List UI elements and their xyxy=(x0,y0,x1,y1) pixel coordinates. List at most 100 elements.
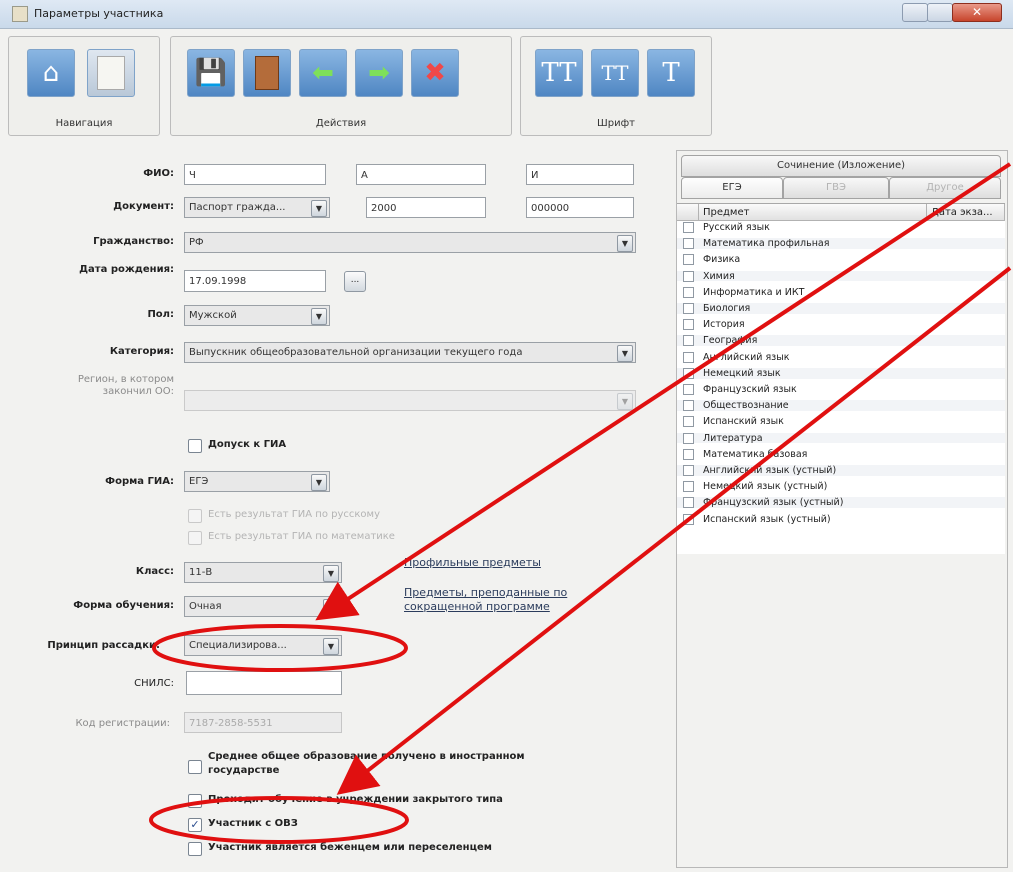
subject-checkbox[interactable] xyxy=(683,432,694,444)
subject-checkbox[interactable] xyxy=(683,238,694,250)
snils-field[interactable] xyxy=(186,671,342,695)
subject-checkbox[interactable] xyxy=(683,513,694,525)
document-button[interactable] xyxy=(87,49,135,97)
subject-row[interactable]: Химия xyxy=(677,270,1005,282)
subject-checkbox[interactable] xyxy=(683,384,694,395)
back-button[interactable]: ⬅ xyxy=(299,49,347,97)
subject-row[interactable]: Литература xyxy=(677,432,1005,444)
gia-russian-result-checkbox xyxy=(188,509,202,523)
subject-row[interactable]: Немецкий язык (устный) xyxy=(677,481,1005,493)
refugee-checkbox[interactable] xyxy=(188,842,202,856)
citizenship-select[interactable]: РФ ▼ xyxy=(184,232,636,253)
tab-essay[interactable]: Сочинение (Изложение) xyxy=(681,155,1001,177)
closed-institution-checkbox[interactable] xyxy=(188,794,202,808)
save-button[interactable]: 💾 xyxy=(187,49,235,97)
ovz-checkbox[interactable]: ✓ xyxy=(188,818,202,832)
birthdate-field[interactable]: 17.09.1998 xyxy=(184,270,326,292)
first-name-field[interactable]: А xyxy=(356,164,486,185)
font-default-button[interactable]: T xyxy=(647,49,695,97)
subject-checkbox[interactable] xyxy=(683,319,694,331)
subject-row[interactable]: Французский язык (устный) xyxy=(677,497,1005,509)
seating-principle-select[interactable]: Специализирова... ▼ xyxy=(184,635,342,656)
exit-door-icon xyxy=(255,56,279,90)
gia-form-select[interactable]: ЕГЭ ▼ xyxy=(184,471,330,492)
column-header-date[interactable]: Дата экза... xyxy=(927,204,1005,221)
document-type-select[interactable]: Паспорт гражда... ▼ xyxy=(184,197,330,218)
toolbar-group-label: Навигация xyxy=(55,118,113,129)
subject-checkbox[interactable] xyxy=(683,303,694,314)
subject-checkbox[interactable] xyxy=(683,351,694,363)
chevron-down-icon: ▼ xyxy=(323,565,339,582)
sex-select[interactable]: Мужской ▼ xyxy=(184,305,330,326)
foreign-education-checkbox[interactable] xyxy=(188,760,202,774)
subject-name: Испанский язык xyxy=(703,416,784,428)
arrow-right-icon: ➡ xyxy=(368,58,390,88)
subject-name: Математика базовая xyxy=(703,448,808,460)
subject-checkbox[interactable] xyxy=(683,222,694,233)
subject-checkbox[interactable] xyxy=(683,448,694,460)
category-value: Выпускник общеобразовательной организаци… xyxy=(189,347,523,358)
sex-value: Мужской xyxy=(189,310,237,321)
font-increase-button[interactable]: TT xyxy=(591,49,639,97)
subject-checkbox[interactable] xyxy=(683,335,694,347)
class-select[interactable]: 11-В ▼ xyxy=(184,562,342,583)
subject-row[interactable]: География xyxy=(677,335,1005,347)
subject-row[interactable]: История xyxy=(677,319,1005,331)
chevron-down-icon: ▼ xyxy=(311,200,327,217)
subject-checkbox[interactable] xyxy=(683,254,694,266)
subject-row[interactable]: Информатика и ИКТ xyxy=(677,286,1005,298)
study-form-select[interactable]: Очная ▼ xyxy=(184,596,342,617)
tab-other[interactable]: Другое xyxy=(889,177,1001,199)
subject-row[interactable]: Русский язык xyxy=(677,222,1005,233)
subject-row[interactable]: Английский язык (устный) xyxy=(677,465,1005,476)
subject-checkbox[interactable] xyxy=(683,481,694,493)
minimize-button[interactable] xyxy=(902,3,928,22)
document-series-field[interactable]: 2000 xyxy=(366,197,486,218)
gia-admission-checkbox[interactable] xyxy=(188,439,202,453)
subject-row[interactable]: Математика профильная xyxy=(677,238,1005,250)
sex-label: Пол: xyxy=(147,309,174,320)
document-icon xyxy=(97,56,125,90)
subject-row[interactable]: Обществознание xyxy=(677,400,1005,412)
subject-row[interactable]: Физика xyxy=(677,254,1005,266)
home-button[interactable]: ⌂ xyxy=(27,49,75,97)
toolbar-group-navigation: ⌂ Навигация xyxy=(8,36,160,136)
subject-checkbox[interactable] xyxy=(683,497,694,509)
toolbar-group-font: TT TT T Шрифт xyxy=(520,36,712,136)
font-decrease-button[interactable]: TT xyxy=(535,49,583,97)
subject-checkbox[interactable] xyxy=(683,465,694,476)
subject-row[interactable]: Испанский язык xyxy=(677,416,1005,428)
subject-row[interactable]: Математика базовая xyxy=(677,448,1005,460)
date-picker-button[interactable]: ... xyxy=(344,271,366,292)
subject-row[interactable]: Испанский язык (устный) xyxy=(677,513,1005,525)
subject-checkbox[interactable] xyxy=(683,367,694,379)
exams-panel: Сочинение (Изложение) ЕГЭ ГВЭ Другое Пре… xyxy=(676,150,1008,868)
reduced-program-subjects-link[interactable]: Предметы, преподанные по сокращенной про… xyxy=(404,586,614,614)
maximize-button[interactable] xyxy=(927,3,953,22)
column-header-subject[interactable]: Предмет xyxy=(699,204,927,221)
font-decrease-icon: TT xyxy=(541,58,577,88)
exit-button[interactable] xyxy=(243,49,291,97)
document-number-field[interactable]: 000000 xyxy=(526,197,634,218)
category-select[interactable]: Выпускник общеобразовательной организаци… xyxy=(184,342,636,363)
subject-checkbox[interactable] xyxy=(683,286,694,298)
subject-checkbox[interactable] xyxy=(683,400,694,412)
subject-checkbox[interactable] xyxy=(683,416,694,428)
close-button[interactable]: ✕ xyxy=(952,3,1002,22)
citizenship-value: РФ xyxy=(189,237,204,248)
subject-row[interactable]: Немецкий язык xyxy=(677,367,1005,379)
last-name-field[interactable]: Ч xyxy=(184,164,326,185)
subject-checkbox[interactable] xyxy=(683,270,694,282)
subject-row[interactable]: Французский язык xyxy=(677,384,1005,395)
forward-button[interactable]: ➡ xyxy=(355,49,403,97)
tab-ege[interactable]: ЕГЭ xyxy=(681,177,783,199)
subject-row[interactable]: Английский язык xyxy=(677,351,1005,363)
subject-name: История xyxy=(703,319,745,331)
chevron-down-icon: ▼ xyxy=(617,393,633,410)
subject-row[interactable]: Биология xyxy=(677,303,1005,314)
profile-subjects-link[interactable]: Профильные предметы xyxy=(404,556,541,569)
tab-gve[interactable]: ГВЭ xyxy=(783,177,889,199)
chevron-down-icon: ▼ xyxy=(311,474,327,491)
delete-button[interactable]: ✖ xyxy=(411,49,459,97)
middle-name-field[interactable]: И xyxy=(526,164,634,185)
